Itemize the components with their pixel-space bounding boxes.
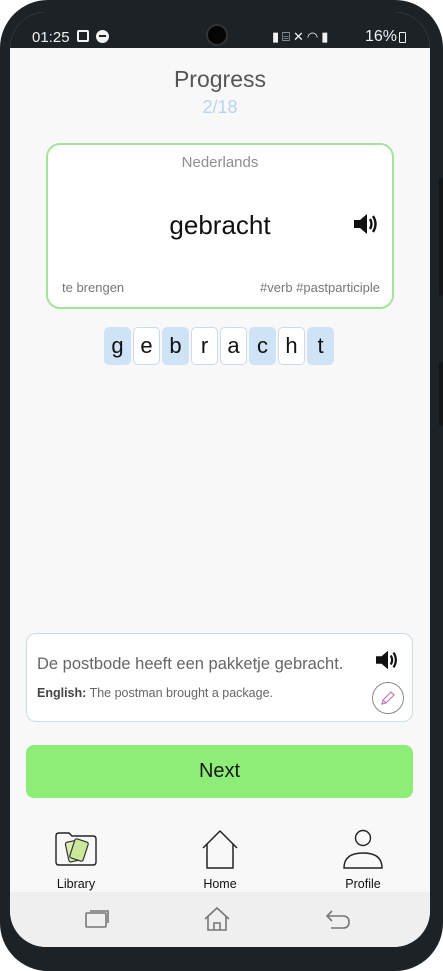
status-time: 01:25 bbox=[32, 29, 70, 46]
letter-tile[interactable]: g bbox=[104, 327, 131, 365]
nav-home-label: Home bbox=[203, 877, 237, 891]
letter-tile[interactable]: a bbox=[220, 327, 247, 365]
app-screen: 01:25 ▮⌸✕◠▮ 16% Progress 2/18 Nederlands… bbox=[10, 12, 430, 947]
card-language: Nederlands bbox=[181, 154, 259, 171]
english-text: The postman brought a package. bbox=[89, 686, 274, 700]
next-button[interactable]: Next bbox=[26, 745, 413, 798]
english-label: English: bbox=[37, 686, 87, 700]
phone-frame: 01:25 ▮⌸✕◠▮ 16% Progress 2/18 Nederlands… bbox=[0, 0, 443, 971]
back-icon[interactable] bbox=[323, 905, 353, 933]
card-tags: #verb #pastparticiple bbox=[260, 280, 380, 295]
battery-icon bbox=[399, 32, 406, 43]
status-icons: ▮⌸✕◠▮ bbox=[272, 29, 331, 45]
system-nav-bar bbox=[10, 892, 430, 947]
power-button bbox=[439, 362, 443, 426]
progress-count: 2/18 bbox=[202, 97, 238, 117]
pencil-icon bbox=[381, 691, 395, 705]
example-sentence: De postbode heeft een pakketje gebracht. bbox=[37, 655, 344, 673]
example-box: De postbode heeft een pakketje gebracht.… bbox=[26, 633, 413, 722]
battery-percent: 16% bbox=[365, 28, 398, 45]
letter-tile[interactable]: t bbox=[307, 327, 334, 365]
recents-icon[interactable] bbox=[82, 905, 112, 933]
letter-tile[interactable]: b bbox=[162, 327, 189, 365]
nav-home[interactable]: Home bbox=[175, 818, 265, 896]
dnd-icon bbox=[96, 30, 109, 43]
word-card[interactable]: Nederlands gebracht te brengen #verb #pa… bbox=[46, 143, 394, 309]
battery-saver-icon: ▮ bbox=[272, 29, 283, 44]
sleep-icon: ⌸ bbox=[282, 29, 293, 44]
mute-icon: ✕ bbox=[292, 29, 307, 44]
system-home-icon[interactable] bbox=[202, 905, 232, 933]
front-camera bbox=[206, 24, 228, 46]
speaker-icon[interactable] bbox=[352, 211, 382, 237]
letter-tiles: gebracht bbox=[104, 327, 334, 365]
nav-profile[interactable]: Profile bbox=[318, 818, 408, 896]
card-word: gebracht bbox=[169, 210, 271, 240]
card-infinitive: te brengen bbox=[62, 280, 125, 295]
signal-icon: ▮ bbox=[321, 29, 332, 44]
speaker-icon[interactable] bbox=[374, 648, 402, 672]
home-icon bbox=[202, 830, 238, 869]
letter-tile[interactable]: r bbox=[191, 327, 218, 365]
volume-button bbox=[439, 178, 443, 296]
wifi-icon: ◠ bbox=[306, 29, 322, 44]
nav-library-label: Library bbox=[56, 877, 96, 891]
edit-button[interactable] bbox=[372, 682, 404, 714]
letter-tile[interactable]: e bbox=[133, 327, 160, 365]
nav-profile-label: Profile bbox=[345, 877, 381, 891]
profile-icon bbox=[343, 829, 383, 869]
nav-library[interactable]: Library bbox=[31, 818, 121, 896]
library-icon bbox=[55, 832, 97, 866]
progress-title: Progress bbox=[173, 66, 267, 92]
letter-tile[interactable]: h bbox=[278, 327, 305, 365]
gallery-icon bbox=[77, 30, 89, 42]
status-bar: 01:25 ▮⌸✕◠▮ 16% bbox=[10, 12, 430, 48]
example-translation: English: The postman brought a package. bbox=[37, 686, 273, 700]
letter-tile[interactable]: c bbox=[249, 327, 276, 365]
bottom-nav: Library Home Profile bbox=[10, 818, 430, 898]
